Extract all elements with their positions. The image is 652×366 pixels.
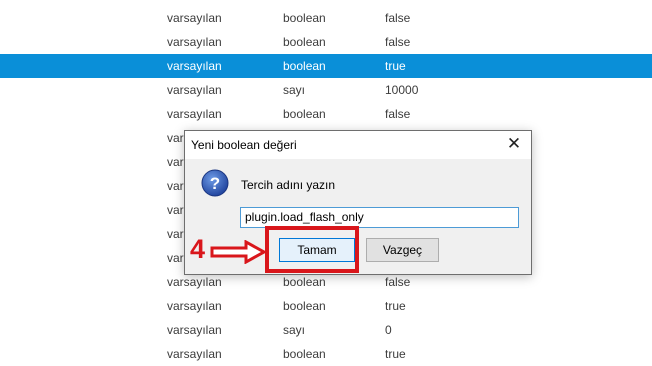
status-cell: var bbox=[167, 203, 184, 217]
dialog-title: Yeni boolean değeri bbox=[191, 138, 297, 152]
value-cell: true bbox=[385, 347, 406, 361]
status-cell: varsayılan bbox=[167, 59, 222, 73]
status-cell: var bbox=[167, 251, 184, 265]
cancel-button[interactable]: Vazgeç bbox=[366, 238, 439, 262]
value-cell: true bbox=[385, 59, 406, 73]
dialog-titlebar: Yeni boolean değeri ✕ bbox=[185, 131, 531, 159]
status-cell: varsayılan bbox=[167, 299, 222, 313]
type-cell: boolean bbox=[283, 107, 326, 121]
question-icon: ? bbox=[201, 169, 229, 197]
ok-button-highlight bbox=[265, 226, 359, 273]
value-cell: 0 bbox=[385, 323, 392, 337]
value-cell: 10000 bbox=[385, 83, 419, 97]
status-cell: varsayılan bbox=[167, 107, 222, 121]
type-cell: sayı bbox=[283, 323, 306, 337]
status-cell: varsayılan bbox=[167, 35, 222, 49]
status-cell: var bbox=[167, 155, 184, 169]
prompt-label: Tercih adını yazın bbox=[241, 178, 336, 192]
status-cell: varsayılan bbox=[167, 347, 222, 361]
status-cell: varsayılan bbox=[167, 83, 222, 97]
type-cell: boolean bbox=[283, 347, 326, 361]
type-cell: boolean bbox=[283, 299, 326, 313]
table-row[interactable]: varsayılan boolean false bbox=[0, 102, 652, 126]
close-icon[interactable]: ✕ bbox=[505, 134, 523, 154]
value-cell: false bbox=[385, 107, 411, 121]
table-row[interactable]: varsayılan boolean true bbox=[0, 342, 652, 366]
preference-name-input[interactable]: plugin.load_flash_only bbox=[240, 207, 519, 228]
type-cell: boolean bbox=[283, 59, 326, 73]
table-row[interactable]: varsayılan boolean false bbox=[0, 6, 652, 30]
type-cell: boolean bbox=[283, 11, 326, 25]
type-cell: sayı bbox=[283, 83, 306, 97]
step-number-label: 4 bbox=[190, 234, 206, 264]
status-cell: var bbox=[167, 179, 184, 193]
table-row[interactable]: varsayılan sayı 10000 bbox=[0, 78, 652, 102]
status-cell: varsayılan bbox=[167, 11, 222, 25]
table-row[interactable]: varsayılan boolean true bbox=[0, 54, 652, 78]
svg-text:?: ? bbox=[210, 174, 220, 193]
status-cell: varsayılan bbox=[167, 323, 222, 337]
status-cell: var bbox=[167, 131, 184, 145]
table-row[interactable]: varsayılan boolean true bbox=[0, 294, 652, 318]
arrow-right-icon bbox=[210, 240, 266, 264]
table-row[interactable]: varsayılan boolean false bbox=[0, 30, 652, 54]
status-cell: var bbox=[167, 227, 184, 241]
value-cell: true bbox=[385, 299, 406, 313]
table-row[interactable]: varsayılan sayı 0 bbox=[0, 318, 652, 342]
value-cell: false bbox=[385, 35, 411, 49]
type-cell: boolean bbox=[283, 35, 326, 49]
value-cell: false bbox=[385, 11, 411, 25]
